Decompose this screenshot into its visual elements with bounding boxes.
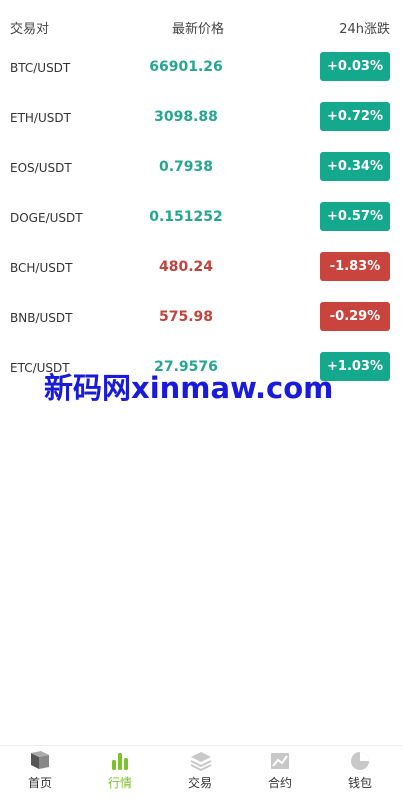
last-price: 66901.26 [149,59,223,75]
market-row-bch[interactable]: BCH/USDT 480.24 -1.83% [0,243,403,293]
market-row-bnb[interactable]: BNB/USDT 575.98 -0.29% [0,293,403,343]
tab-contract[interactable]: 合约 [240,746,320,798]
last-price: 480.24 [158,259,214,275]
market-row-eth[interactable]: ETH/USDT 3098.88 +0.72% [0,93,403,143]
pair-name: ETH/USDT [10,111,71,125]
layers-icon [190,751,212,772]
watermark-text: 新码网xinmaw.com [44,371,334,405]
change-badge: +0.72% [320,102,390,131]
pair-name: BCH/USDT [10,261,73,275]
market-row-eos[interactable]: EOS/USDT 0.7938 +0.34% [0,143,403,193]
home-icon [30,751,50,771]
change-badge: +0.57% [320,202,390,231]
tab-wallet[interactable]: 钱包 [320,746,400,798]
market-row-btc[interactable]: BTC/USDT 66901.26 +0.03% [0,43,403,93]
market-list: BTC/USDT 66901.26 +0.03% ETH/USDT 3098.8… [0,43,403,393]
tab-market[interactable]: 行情 [80,746,160,798]
tab-home-label: 首页 [27,776,52,790]
pair-name: DOGE/USDT [10,211,83,225]
last-price: 0.7938 [158,159,214,175]
tab-contract-label: 合约 [267,776,292,790]
header-pair-label: 交易对 [10,22,50,37]
change-badge: +0.03% [320,52,390,81]
change-badge: +0.34% [320,152,390,181]
pie-icon [350,751,370,771]
tab-trade-label: 交易 [187,776,212,790]
header-price-label: 最新价格 [172,22,225,37]
last-price: 575.98 [158,309,214,325]
last-price: 3098.88 [154,109,218,125]
pair-name: EOS/USDT [10,161,72,175]
market-row-doge[interactable]: DOGE/USDT 0.151252 +0.57% [0,193,403,243]
bottom-tab-bar: 首页 行情 交易 合约 钱包 [0,745,403,798]
change-badge: -1.83% [320,252,390,281]
pair-name: BTC/USDT [10,61,71,75]
image-chart-icon [270,751,290,771]
tab-home[interactable]: 首页 [0,746,80,798]
tab-wallet-label: 钱包 [347,776,372,790]
change-badge: -0.29% [320,302,390,331]
market-chart-icon [110,751,130,771]
header-change-label: 24h涨跌 [339,22,390,37]
tab-market-label: 行情 [107,776,132,790]
last-price: 0.151252 [149,209,223,225]
pair-name: BNB/USDT [10,311,73,325]
tab-trade[interactable]: 交易 [160,746,240,798]
